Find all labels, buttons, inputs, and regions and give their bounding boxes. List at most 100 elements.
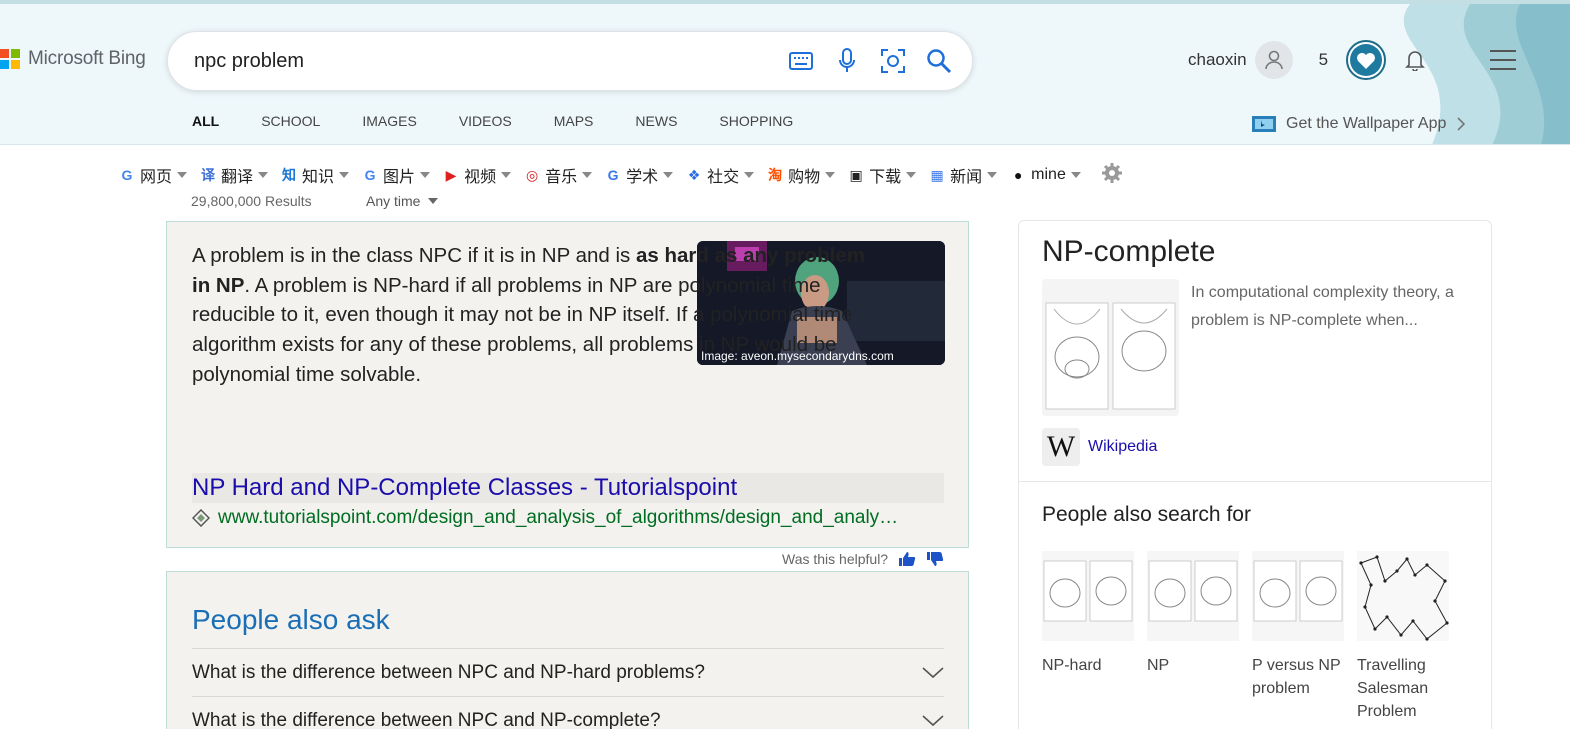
any-time-label: Any time [366, 193, 421, 209]
tab-school[interactable]: SCHOOL [261, 100, 320, 144]
ext-images[interactable]: G 图片 [361, 163, 431, 187]
user-name[interactable]: chaoxin [1188, 50, 1247, 70]
wikipedia-icon: W [1042, 428, 1080, 466]
any-time-filter[interactable]: Any time [366, 193, 439, 209]
chevron-down-icon [177, 172, 188, 178]
zhihu-icon: 知 [282, 167, 297, 183]
paa-question-text: What is the difference between NPC and N… [192, 661, 705, 683]
ext-web[interactable]: G 网页 [118, 163, 188, 187]
download-icon: ▣ [849, 166, 863, 183]
answer-source-url[interactable]: www.tutorialspoint.com/design_and_analys… [192, 507, 932, 529]
tab-videos[interactable]: VIDEOS [459, 100, 512, 144]
tab-maps[interactable]: MAPS [554, 100, 594, 144]
ext-translate[interactable]: 译翻译 [199, 163, 269, 187]
chevron-down-icon [1070, 172, 1081, 178]
ext-scholar[interactable]: G 学术 [604, 163, 674, 187]
search-box[interactable] [167, 31, 973, 91]
chevron-down-icon [922, 666, 944, 678]
header: Microsoft Bing ALL SCHOOL IMAGES VIDEOS … [0, 0, 1570, 145]
ext-shopping[interactable]: 淘购物 [766, 163, 836, 187]
chevron-down-icon [987, 172, 998, 178]
ext-video[interactable]: ▶ 视频 [442, 163, 512, 187]
people-also-search-title: People also search for [1042, 503, 1251, 526]
related-entity-label: P versus NP problem [1252, 657, 1341, 697]
np-thumbnail [1147, 551, 1239, 641]
thumbs-down-icon[interactable] [926, 551, 944, 567]
wallpaper-app-link[interactable]: Get the Wallpaper App [1252, 114, 1466, 134]
related-entity[interactable]: P versus NP problem [1252, 551, 1352, 700]
knowledge-panel: NP-complete In computational complexity … [1018, 220, 1492, 729]
related-entity[interactable]: NP-hard [1042, 551, 1142, 677]
related-entity[interactable]: NP [1147, 551, 1247, 677]
ext-news[interactable]: ▦ 新闻 [928, 163, 998, 187]
news-icon: ▦ [930, 166, 944, 183]
search-input[interactable] [194, 49, 754, 73]
scholar-icon: G [607, 167, 619, 183]
paa-title: People also ask [192, 604, 390, 635]
answer-text: A problem is in the class NPC if it is i… [192, 241, 872, 390]
related-entity-label: NP-hard [1042, 657, 1102, 674]
wikipedia-link[interactable]: Wikipedia [1088, 438, 1157, 456]
logo-text: Microsoft Bing [28, 48, 146, 69]
tsp-graph-thumbnail [1357, 551, 1449, 641]
google-icon: G [364, 167, 376, 183]
chevron-down-icon [906, 172, 917, 178]
translate-icon: 译 [201, 167, 216, 183]
kp-description: In computational complexity theory, a pr… [1191, 284, 1454, 329]
answer-url-text: www.tutorialspoint.com/design_and_analys… [218, 507, 899, 528]
chevron-down-icon [501, 172, 512, 178]
chevron-down-icon [420, 172, 431, 178]
github-icon: ● [1013, 167, 1023, 183]
heart-icon[interactable] [1346, 40, 1387, 80]
user-area: chaoxin 5 [1188, 40, 1430, 80]
paa-question[interactable]: What is the difference between NPC and N… [192, 696, 944, 729]
chevron-down-icon [922, 714, 944, 726]
chevron-down-icon [428, 198, 439, 204]
user-icon[interactable] [1254, 41, 1293, 79]
microphone-icon[interactable] [834, 46, 860, 76]
chevron-right-icon [1457, 117, 1466, 131]
chevron-down-icon [258, 172, 269, 178]
ext-download[interactable]: ▣ 下载 [847, 163, 917, 187]
chevron-down-icon [744, 172, 755, 178]
ext-music[interactable]: ◎ 音乐 [523, 163, 593, 187]
taobao-icon: 淘 [768, 167, 783, 183]
bing-logo[interactable]: Microsoft Bing [0, 48, 146, 70]
chevron-down-icon [825, 172, 836, 178]
chevron-down-icon [582, 172, 593, 178]
google-icon: G [121, 167, 133, 183]
gear-icon[interactable] [1101, 162, 1123, 189]
tab-all[interactable]: ALL [192, 100, 219, 144]
related-entity[interactable]: Travelling Salesman Problem [1357, 551, 1457, 723]
related-entity-label: Travelling Salesman Problem [1357, 657, 1429, 720]
search-tabs: ALL SCHOOL IMAGES VIDEOS MAPS NEWS SHOPP… [180, 100, 835, 144]
kp-title: NP-complete [1042, 235, 1216, 268]
paa-question[interactable]: What is the difference between NPC and N… [192, 648, 944, 696]
wallpaper-app-icon [1252, 116, 1276, 132]
microsoft-logo-icon [0, 49, 20, 69]
helpful-label: Was this helpful? [782, 551, 889, 567]
answer-source-link[interactable]: NP Hard and NP-Complete Classes - Tutori… [192, 474, 737, 502]
bell-icon[interactable] [1400, 45, 1430, 75]
tab-shopping[interactable]: SHOPPING [719, 100, 793, 144]
tab-news[interactable]: NEWS [635, 100, 677, 144]
video-icon: ▶ [445, 166, 457, 183]
related-entity-label: NP [1147, 657, 1170, 674]
rewards-count[interactable]: 5 [1319, 50, 1328, 70]
thumbs-up-icon[interactable] [898, 551, 916, 567]
menu-icon[interactable] [1490, 50, 1516, 77]
helpful-feedback: Was this helpful? [782, 551, 944, 567]
paa-question-text: What is the difference between NPC and N… [192, 709, 661, 729]
keyboard-icon[interactable] [788, 46, 814, 76]
ext-mine[interactable]: ● mine [1009, 166, 1081, 184]
ext-knowledge[interactable]: 知知识 [280, 163, 350, 187]
answer-text-start: A problem is in the class NPC if it is i… [192, 244, 636, 267]
search-icon[interactable] [926, 46, 952, 76]
visual-search-icon[interactable] [880, 46, 906, 76]
results-count: 29,800,000 Results [191, 193, 312, 209]
chevron-down-icon [663, 172, 674, 178]
ext-social[interactable]: ❖ 社交 [685, 163, 755, 187]
kp-diagram-thumbnail[interactable] [1042, 279, 1179, 416]
kp-source[interactable]: W Wikipedia [1042, 428, 1157, 466]
tab-images[interactable]: IMAGES [362, 100, 416, 144]
